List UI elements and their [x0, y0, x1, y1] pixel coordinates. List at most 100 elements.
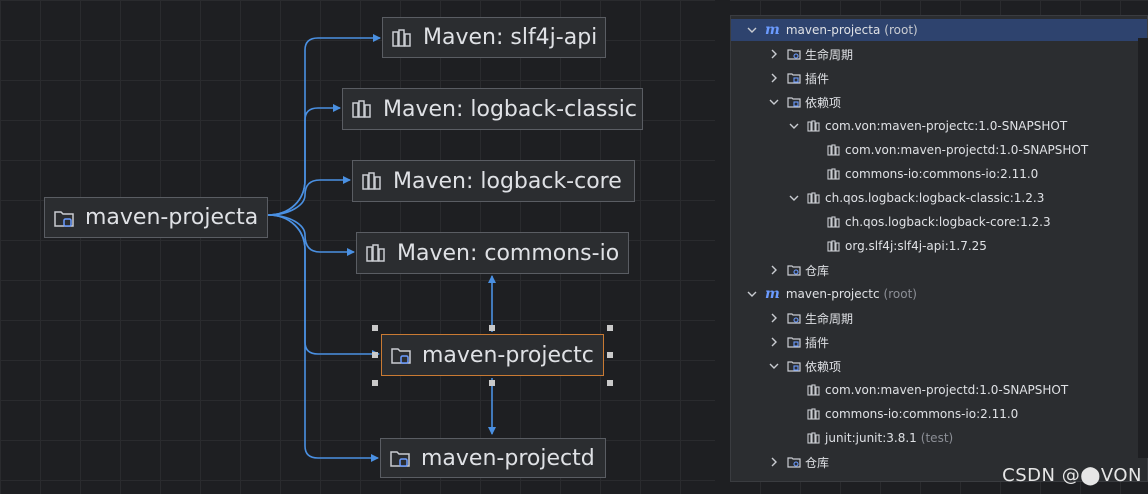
- tree-c-dep-projectd[interactable]: com.von:maven-projectd:1.0-SNAPSHOT: [731, 379, 1147, 401]
- library-icon: [827, 216, 840, 228]
- resize-handle-ne[interactable]: [607, 325, 613, 331]
- chevron-right-icon: [769, 49, 779, 59]
- library-icon: [807, 384, 820, 396]
- tree-item-plugins[interactable]: 插件: [731, 67, 1147, 89]
- chevron-down-icon: [789, 193, 799, 203]
- node-maven-projectd[interactable]: maven-projectd: [380, 438, 606, 478]
- tree-label: 仓库: [805, 455, 830, 470]
- library-icon: [827, 168, 840, 180]
- tree-label: ch.qos.logback:logback-core:1.2.3: [845, 215, 1051, 229]
- tree-item-dependencies-c[interactable]: 依赖项: [731, 355, 1147, 377]
- library-icon: [827, 240, 840, 252]
- tree-item-repository[interactable]: 仓库: [731, 259, 1147, 281]
- resize-handle-sw[interactable]: [372, 380, 378, 386]
- tree-label: maven-projectc: [785, 287, 880, 301]
- edge-projecta-logback-core: [267, 176, 351, 216]
- tree-label: 依赖项: [805, 95, 842, 110]
- tree-root-projectc[interactable]: m maven-projectc (root): [731, 283, 1147, 305]
- node-maven-slf4j-api[interactable]: Maven: slf4j-api: [382, 17, 606, 58]
- chevron-right-icon: [769, 73, 779, 83]
- folder-library-icon: [787, 97, 801, 108]
- tree-dep-projectd[interactable]: com.von:maven-projectd:1.0-SNAPSHOT: [731, 139, 1147, 161]
- library-icon: [807, 120, 820, 132]
- chevron-down-icon: [747, 289, 757, 299]
- resize-handle-nw[interactable]: [372, 325, 378, 331]
- node-label: Maven: commons-io: [397, 240, 620, 266]
- tree-dep-logback-classic[interactable]: ch.qos.logback:logback-classic:1.2.3: [731, 187, 1147, 209]
- watermark: CSDN @⬤VON: [1002, 465, 1142, 486]
- tree-dep-slf4j[interactable]: org.slf4j:slf4j-api:1.7.25: [731, 235, 1147, 257]
- library-icon: [807, 408, 820, 420]
- folder-repository-icon: [787, 265, 801, 276]
- maven-m-icon: m: [765, 286, 780, 302]
- tree-label: 仓库: [805, 263, 830, 278]
- node-label: Maven: logback-classic: [383, 96, 637, 122]
- folder-plugin-icon: [787, 73, 801, 84]
- chevron-right-icon: [769, 337, 779, 347]
- tree-root-projecta[interactable]: m maven-projecta (root): [731, 19, 1147, 41]
- root-suffix: (root): [884, 23, 918, 37]
- library-icon: [392, 28, 411, 47]
- chevron-down-icon: [789, 121, 799, 131]
- node-maven-projectc[interactable]: maven-projectc: [381, 334, 604, 376]
- tree-label: commons-io:commons-io:2.11.0: [825, 407, 1019, 421]
- folder-library-icon: [787, 361, 801, 372]
- node-label: Maven: logback-core: [393, 168, 622, 194]
- node-label: maven-projecta: [85, 205, 259, 230]
- tree-dep-logback-core[interactable]: ch.qos.logback:logback-core:1.2.3: [731, 211, 1147, 233]
- right-edge-strip: [1138, 38, 1148, 458]
- tree-label: com.von:maven-projectd:1.0-SNAPSHOT: [845, 143, 1089, 157]
- node-label: maven-projectc: [422, 342, 594, 368]
- chevron-down-icon: [769, 361, 779, 371]
- tree-item-lifecycle-c[interactable]: 生命周期: [731, 307, 1147, 329]
- tree-label: org.slf4j:slf4j-api:1.7.25: [845, 239, 987, 253]
- node-label: maven-projectd: [421, 445, 595, 471]
- node-maven-logback-classic[interactable]: Maven: logback-classic: [342, 88, 643, 130]
- module-folder-icon: [390, 451, 410, 467]
- tree-c-dep-commons-io[interactable]: commons-io:commons-io:2.11.0: [731, 403, 1147, 425]
- tree-label: com.von:maven-projectd:1.0-SNAPSHOT: [825, 383, 1069, 397]
- tree-label: 依赖项: [805, 359, 842, 374]
- tree-label: 生命周期: [805, 311, 854, 326]
- scope-label: (test): [920, 431, 954, 445]
- edge-projecta-commons-io: [267, 214, 355, 256]
- resize-handle-s[interactable]: [489, 380, 495, 386]
- tree-dep-projectc[interactable]: com.von:maven-projectc:1.0-SNAPSHOT: [731, 115, 1147, 137]
- resize-handle-n[interactable]: [489, 325, 495, 331]
- chevron-right-icon: [769, 457, 779, 467]
- maven-m-icon: m: [765, 22, 780, 38]
- resize-handle-se[interactable]: [607, 380, 613, 386]
- editor-gutter: [715, 0, 730, 494]
- chevron-down-icon: [747, 25, 757, 35]
- node-maven-projecta[interactable]: maven-projecta: [44, 197, 268, 238]
- tree-label: 插件: [805, 71, 830, 86]
- module-folder-icon: [54, 210, 74, 227]
- maven-tool-window[interactable]: m maven-projecta (root) 生命周期 插件 依赖项 com.…: [730, 15, 1148, 482]
- tree-label: com.von:maven-projectc:1.0-SNAPSHOT: [825, 119, 1068, 133]
- node-label: Maven: slf4j-api: [423, 25, 598, 50]
- tree-label: junit:junit:3.8.1: [825, 431, 917, 445]
- tree-item-lifecycle[interactable]: 生命周期: [731, 43, 1147, 65]
- tree-label: 插件: [805, 335, 830, 350]
- library-icon: [362, 172, 381, 190]
- library-icon: [807, 432, 820, 444]
- node-maven-logback-core[interactable]: Maven: logback-core: [352, 160, 635, 202]
- node-maven-commons-io[interactable]: Maven: commons-io: [356, 232, 629, 274]
- tree-item-dependencies[interactable]: 依赖项: [731, 91, 1147, 113]
- library-icon: [352, 100, 371, 118]
- tree-label: 生命周期: [805, 47, 854, 62]
- resize-handle-e[interactable]: [607, 352, 613, 358]
- folder-repository-icon: [787, 457, 801, 468]
- library-icon: [827, 144, 840, 156]
- folder-gear-icon: [787, 49, 801, 60]
- library-icon: [366, 244, 385, 262]
- root-suffix: (root): [883, 287, 917, 301]
- tree-dep-commons-io[interactable]: commons-io:commons-io:2.11.0: [731, 163, 1147, 185]
- tree-label: ch.qos.logback:logback-classic:1.2.3: [825, 191, 1045, 205]
- tree-label: commons-io:commons-io:2.11.0: [845, 167, 1039, 181]
- tree-item-plugins-c[interactable]: 插件: [731, 331, 1147, 353]
- resize-handle-w[interactable]: [372, 352, 378, 358]
- chevron-right-icon: [769, 313, 779, 323]
- tree-c-dep-junit[interactable]: junit:junit:3.8.1 (test): [731, 427, 1147, 449]
- chevron-right-icon: [769, 265, 779, 275]
